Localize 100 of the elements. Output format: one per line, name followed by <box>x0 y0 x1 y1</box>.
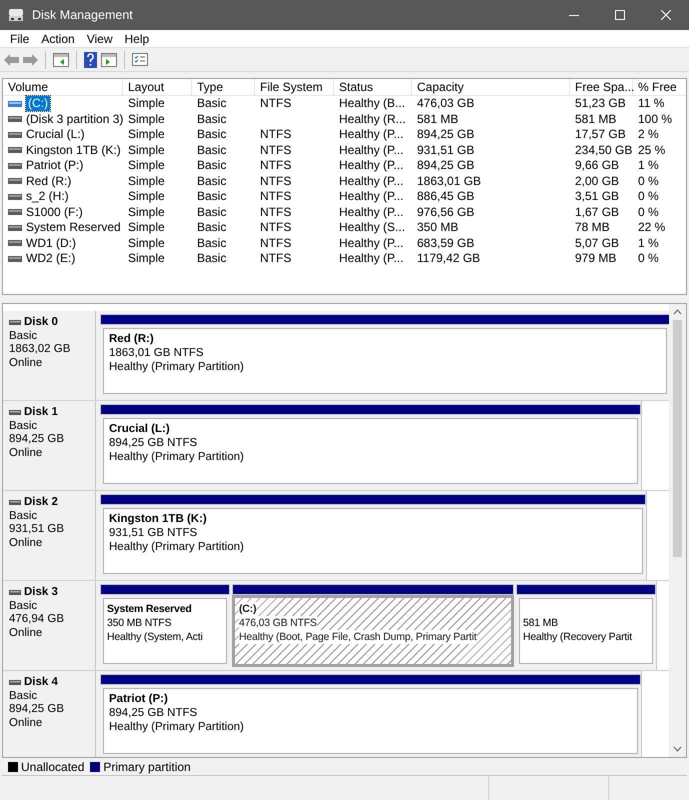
table-cell: Simple <box>128 158 165 174</box>
drive-icon <box>8 162 22 169</box>
disk-name: Disk 1 <box>24 406 58 420</box>
table-cell: Healthy (P... <box>339 127 404 142</box>
properties-icon[interactable] <box>132 53 148 66</box>
partition-name: Patriot (P:) <box>109 692 169 706</box>
disk-info-panel[interactable]: Disk 4 Basic 894,25 GB Online <box>3 671 96 757</box>
table-cell: 976,56 GB <box>417 204 474 220</box>
partition-name: System Reserved <box>107 602 193 616</box>
table-cell: Basic <box>197 236 226 251</box>
table-cell: 2,00 GB <box>575 174 620 189</box>
disk-icon <box>9 680 21 686</box>
table-cell: 581 MB <box>417 112 458 127</box>
disk-status: Online <box>9 626 44 640</box>
disk-size: 894,25 GB <box>9 703 65 716</box>
disk-icon <box>9 590 21 596</box>
table-cell[interactable]: System Reserved <box>26 220 121 236</box>
partition-block[interactable]: Crucial (L:) 894,25 GB NTFS Healthy (Primary Partition) <box>100 415 641 487</box>
drive-icon <box>8 194 22 200</box>
partition-block[interactable]: Patriot (P:) 894,25 GB NTFS Healthy (Primary Partition) <box>100 685 641 757</box>
table-cell: Simple <box>128 174 165 189</box>
column-header[interactable]: File System <box>255 79 334 95</box>
table-cell: Basic <box>197 127 226 142</box>
disk-info-panel[interactable]: Disk 0 Basic 1863,02 GB Online <box>3 311 96 400</box>
table-cell: 1179,42 GB <box>417 251 480 266</box>
table-cell[interactable]: (Disk 3 partition 3) <box>26 112 124 127</box>
table-cell: NTFS <box>260 158 292 174</box>
partition-status: Healthy (Recovery Partit <box>523 630 634 644</box>
legend-label: Primary partition <box>103 758 191 776</box>
table-cell: Simple <box>128 236 165 251</box>
action-pane-icon[interactable] <box>101 52 117 66</box>
table-cell: 581 MB <box>575 112 616 127</box>
table-cell: 0 % <box>638 189 659 204</box>
table-cell: Healthy (P... <box>339 204 404 220</box>
table-cell: 9,66 GB <box>575 158 620 174</box>
column-header[interactable]: Capacity <box>412 79 570 95</box>
partition-size: 350 MB NTFS <box>107 616 172 630</box>
table-cell: 25 % <box>638 142 666 158</box>
table-cell: Simple <box>128 204 165 220</box>
partition-block[interactable]: 581 MB Healthy (Recovery Partit <box>516 595 656 667</box>
table-cell[interactable]: Red (R:) <box>26 174 72 189</box>
back-arrow-icon[interactable] <box>4 54 19 66</box>
table-cell: 2 % <box>638 127 659 142</box>
help-icon[interactable] <box>84 52 97 68</box>
disk-status: Online <box>9 446 44 460</box>
table-cell[interactable]: Crucial (L:) <box>26 127 85 142</box>
disk-type: Basic <box>9 690 38 703</box>
table-cell: Simple <box>128 96 165 112</box>
disk-info-panel[interactable]: Disk 3 Basic 476,94 GB Online <box>3 581 96 670</box>
column-header[interactable]: % Free <box>633 79 686 95</box>
menu-item[interactable]: View <box>80 30 118 48</box>
table-cell: Basic <box>197 251 226 266</box>
table-cell: Basic <box>197 158 226 174</box>
partition-status: Healthy (Primary Partition) <box>109 720 245 734</box>
table-cell[interactable]: Patriot (P:) <box>26 158 84 174</box>
table-cell[interactable]: (C:) <box>26 96 50 112</box>
partition-status: Healthy (System, Acti <box>107 630 204 644</box>
console-tree-icon[interactable] <box>53 52 69 66</box>
partition-status: Healthy (Boot, Page File, Crash Dump, Primary Partit <box>239 630 477 644</box>
window-title: Disk Management <box>32 6 133 24</box>
partition-block[interactable]: System Reserved 350 MB NTFS Healthy (System, Acti <box>100 595 230 667</box>
table-cell[interactable]: WD2 (E:) <box>26 251 76 266</box>
table-cell[interactable]: Kingston 1TB (K:) <box>26 142 121 158</box>
partition-block[interactable]: Kingston 1TB (K:) 931,51 GB NTFS Healthy (Primary Partition) <box>100 505 646 577</box>
menu-item[interactable]: Help <box>118 30 156 48</box>
legend-label: Unallocated <box>21 758 84 776</box>
partition-name: Red (R:) <box>109 332 155 346</box>
table-cell: Healthy (P... <box>339 174 404 189</box>
disk-status: Online <box>9 536 44 550</box>
table-cell[interactable]: s_2 (H:) <box>26 189 69 204</box>
forward-arrow-icon[interactable] <box>23 54 38 66</box>
disk-info-panel[interactable]: Disk 2 Basic 931,51 GB Online <box>3 491 96 580</box>
disk-status: Online <box>9 356 44 370</box>
disk-size: 931,51 GB <box>9 523 65 536</box>
table-cell: Basic <box>197 189 226 204</box>
table-cell: 0 % <box>638 204 659 220</box>
scroll-thumb[interactable] <box>673 320 682 557</box>
table-cell: NTFS <box>260 96 292 112</box>
table-cell: Basic <box>197 220 226 236</box>
table-cell[interactable]: S1000 (F:) <box>26 204 83 220</box>
disk-icon <box>9 320 21 326</box>
disk-info-panel[interactable]: Disk 1 Basic 894,25 GB Online <box>3 401 96 490</box>
table-cell: 0 % <box>638 174 659 189</box>
table-cell: 51,23 GB <box>575 96 626 112</box>
menu-item[interactable]: Action <box>35 30 81 48</box>
scrollbar[interactable] <box>669 304 686 757</box>
column-header[interactable]: Free Spa... <box>570 79 633 95</box>
table-cell: 1 % <box>638 236 659 251</box>
table-cell: Healthy (P... <box>339 158 404 174</box>
column-header[interactable]: Type <box>192 79 255 95</box>
table-cell: 1,67 GB <box>575 204 620 220</box>
app-icon <box>8 8 24 22</box>
table-cell: Healthy (P... <box>339 142 404 158</box>
column-header[interactable]: Layout <box>123 79 192 95</box>
menu-item[interactable]: File <box>4 30 36 48</box>
partition-status: Healthy (Primary Partition) <box>109 540 245 554</box>
partition-block[interactable]: Red (R:) 1863,01 GB NTFS Healthy (Primary Partition) <box>100 325 669 397</box>
table-cell[interactable]: WD1 (D:) <box>26 236 76 251</box>
column-header[interactable]: Status <box>334 79 412 95</box>
partition-block[interactable]: (C:) 476,03 GB NTFS Healthy (Boot, Page File, Crash Dump, Primary Partit <box>232 595 514 667</box>
